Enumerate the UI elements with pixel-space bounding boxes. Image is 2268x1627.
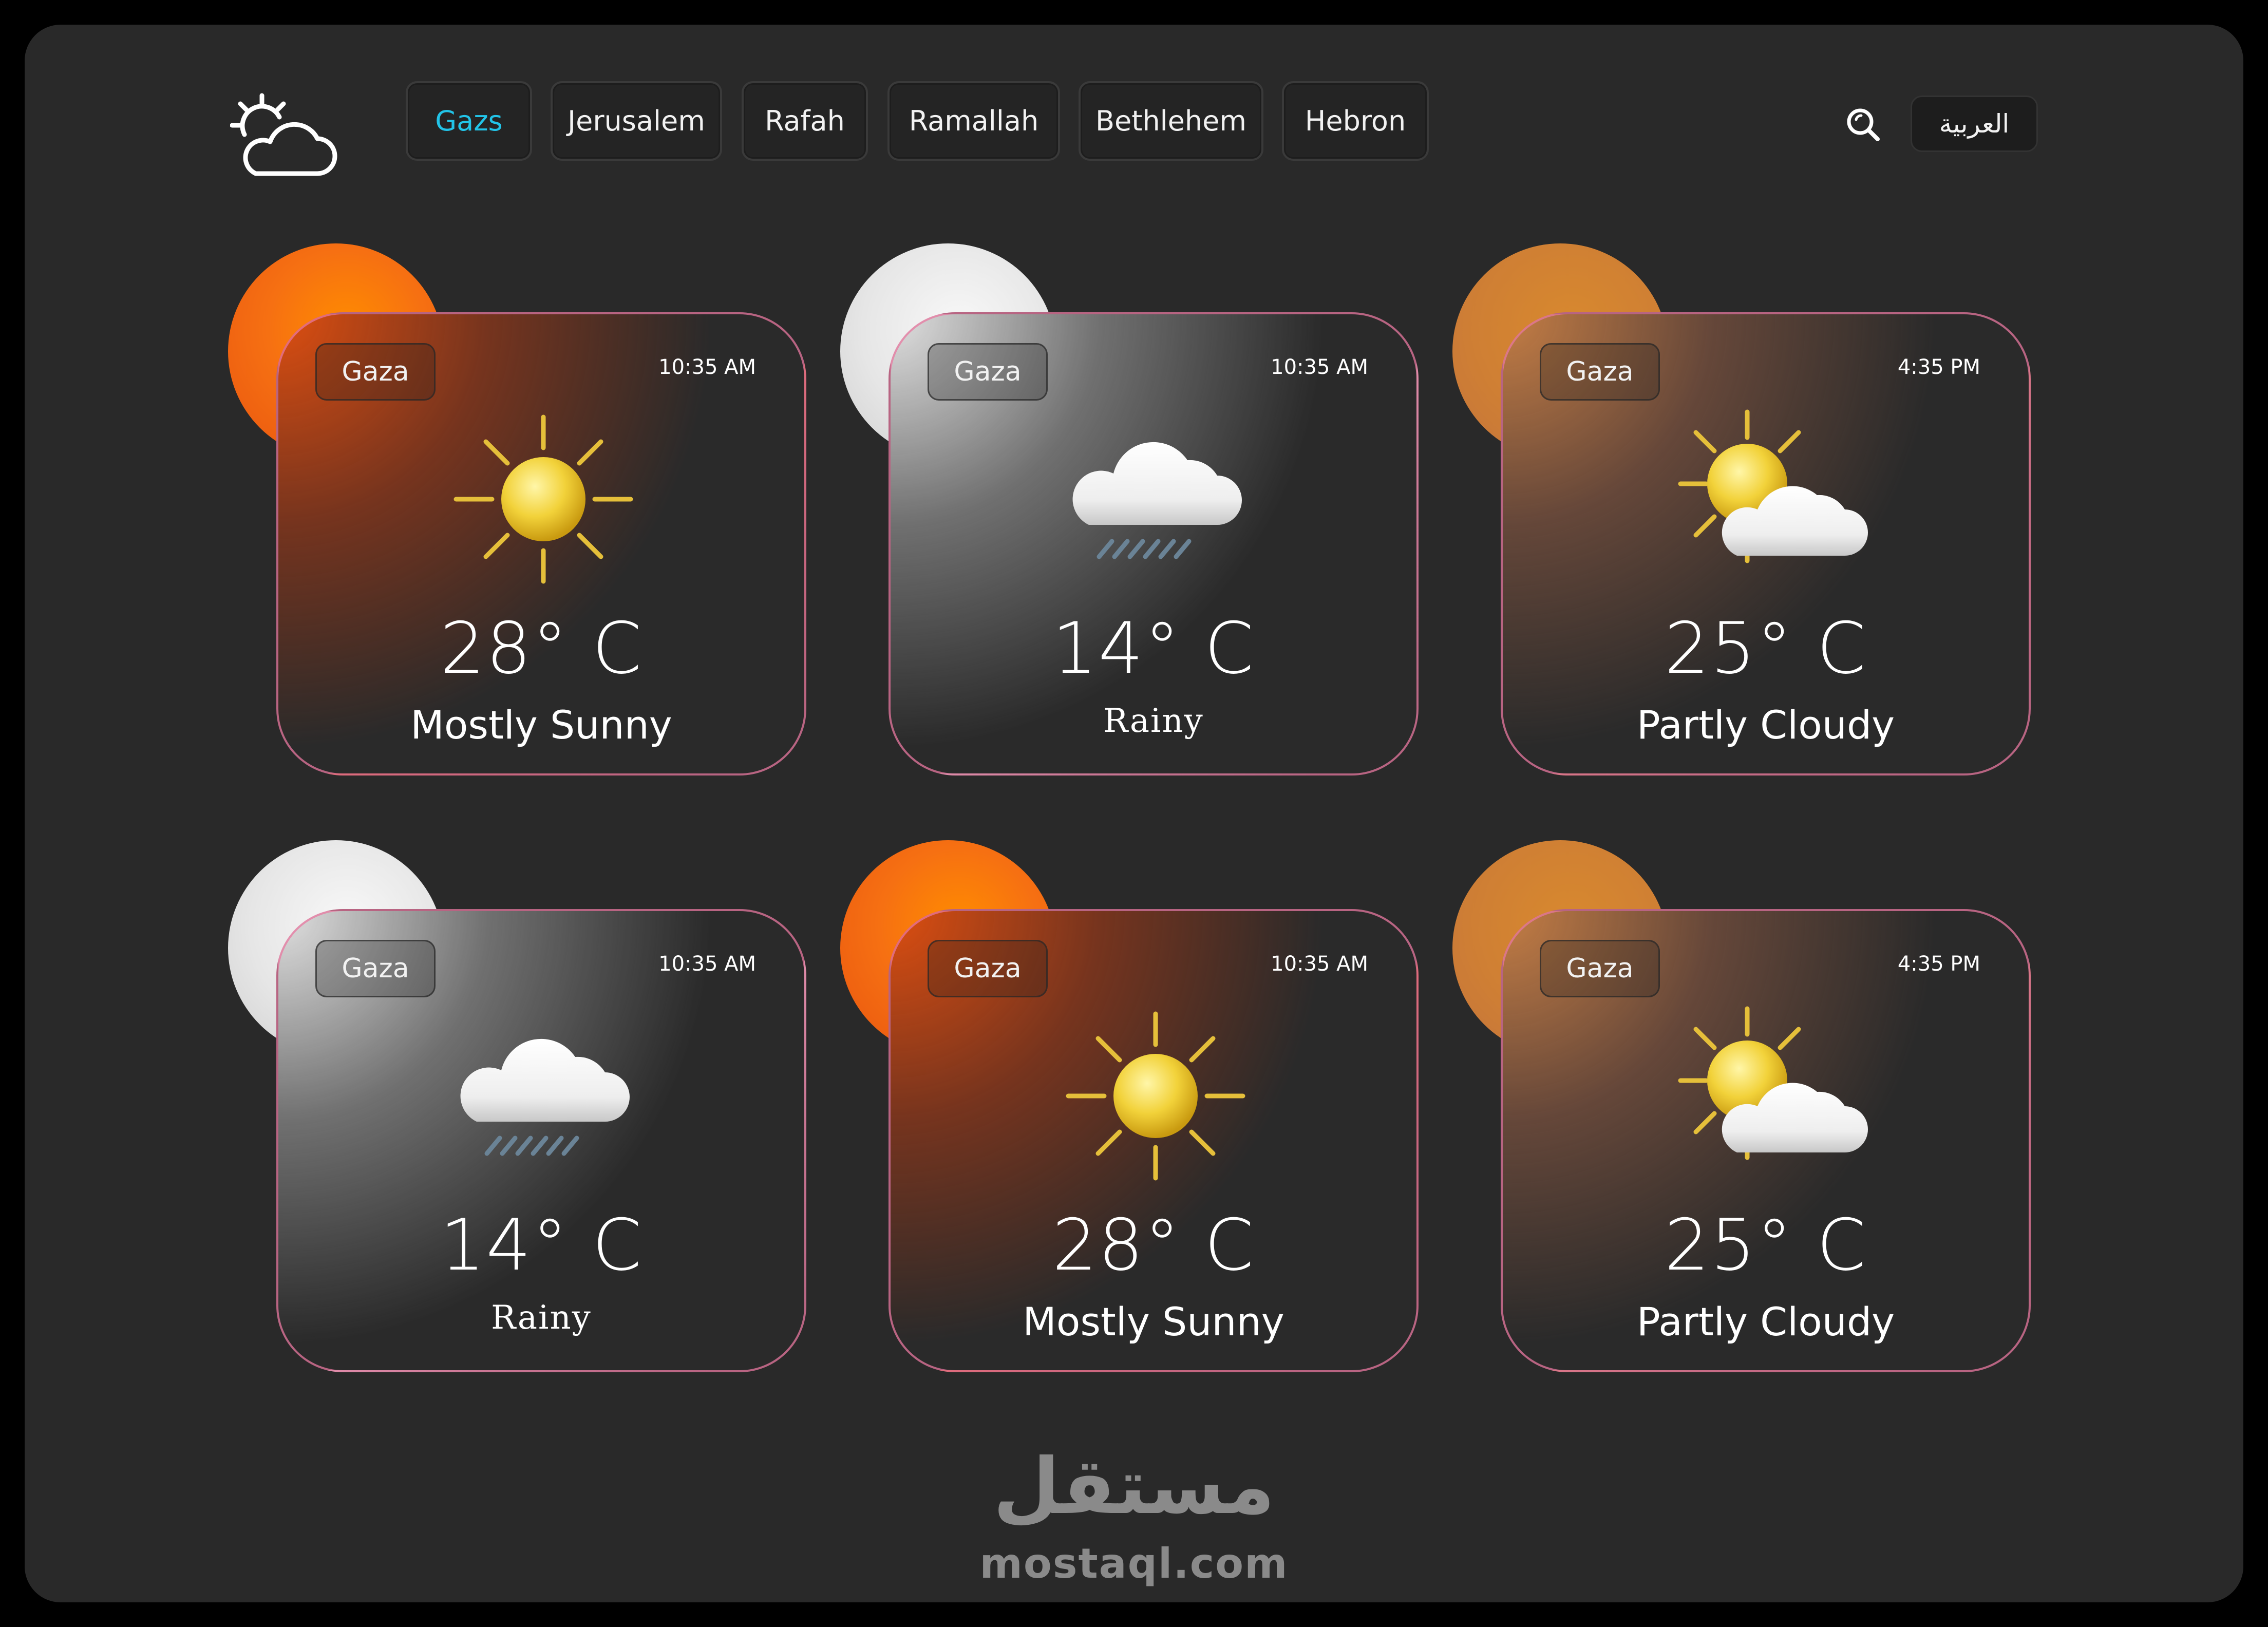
weather-card[interactable]: Gaza 4:35 PM 25° C Partly Cloudy xyxy=(1501,312,2031,775)
condition: Partly Cloudy xyxy=(1636,702,1895,748)
card-time: 4:35 PM xyxy=(1897,952,1980,976)
city-badge: Gaza xyxy=(315,343,436,401)
condition: Rainy xyxy=(1103,702,1204,740)
weather-card[interactable]: Gaza 10:35 AM 28° C Mostly Sunny xyxy=(276,312,806,775)
weather-card[interactable]: Gaza 4:35 PM 25° C Partly Cloudy xyxy=(1501,909,2031,1372)
partly-cloudy-logo-icon[interactable] xyxy=(230,91,343,184)
card-time: 10:35 AM xyxy=(658,355,756,379)
city-badge: Gaza xyxy=(928,940,1048,997)
watermark-arabic: مستقل xyxy=(993,1442,1275,1531)
tab-gaza[interactable]: Gazs xyxy=(406,81,532,161)
temperature: 28° C xyxy=(440,607,643,690)
temperature: 14° C xyxy=(440,1204,643,1287)
city-badge: Gaza xyxy=(1540,940,1660,997)
card-time: 10:35 AM xyxy=(1271,355,1368,379)
card-time: 10:35 AM xyxy=(1271,952,1368,976)
app-window: Gazs Jerusalem Rafah Ramallah Bethlehem … xyxy=(25,25,2243,1602)
condition: Mostly Sunny xyxy=(1023,1299,1284,1345)
weather-card[interactable]: Gaza 10:35 AM 28° C Mostly Sunny xyxy=(889,909,1419,1372)
search-icon[interactable] xyxy=(1843,104,1884,145)
temperature: 25° C xyxy=(1664,607,1867,690)
rain-cloud-icon xyxy=(1072,442,1242,559)
condition: Rainy xyxy=(491,1299,592,1337)
partly-cloudy-icon xyxy=(1678,409,1868,563)
temperature: 28° C xyxy=(1052,1204,1255,1287)
sun-icon xyxy=(1066,1011,1245,1181)
condition: Mostly Sunny xyxy=(410,702,672,748)
city-badge: Gaza xyxy=(315,940,436,997)
city-badge: Gaza xyxy=(1540,343,1660,401)
city-badge: Gaza xyxy=(928,343,1048,401)
card-time: 4:35 PM xyxy=(1897,355,1980,379)
tab-rafah[interactable]: Rafah xyxy=(742,81,868,161)
tab-ramallah[interactable]: Ramallah xyxy=(887,81,1060,161)
weather-card[interactable]: Gaza 10:35 AM 14° C Rainy xyxy=(276,909,806,1372)
tab-hebron[interactable]: Hebron xyxy=(1282,81,1429,161)
watermark-latin: mostaql.com xyxy=(979,1540,1289,1587)
card-time: 10:35 AM xyxy=(658,952,756,976)
tab-jerusalem[interactable]: Jerusalem xyxy=(551,81,722,161)
rain-cloud-icon xyxy=(460,1038,630,1156)
temperature: 25° C xyxy=(1664,1204,1867,1287)
tab-bethlehem[interactable]: Bethlehem xyxy=(1079,81,1263,161)
language-button[interactable]: العربية xyxy=(1911,96,2038,152)
partly-cloudy-icon xyxy=(1678,1006,1868,1160)
sun-icon xyxy=(453,414,633,584)
condition: Partly Cloudy xyxy=(1636,1299,1895,1345)
temperature: 14° C xyxy=(1052,607,1255,690)
weather-card[interactable]: Gaza 10:35 AM 14° C Rainy xyxy=(889,312,1419,775)
